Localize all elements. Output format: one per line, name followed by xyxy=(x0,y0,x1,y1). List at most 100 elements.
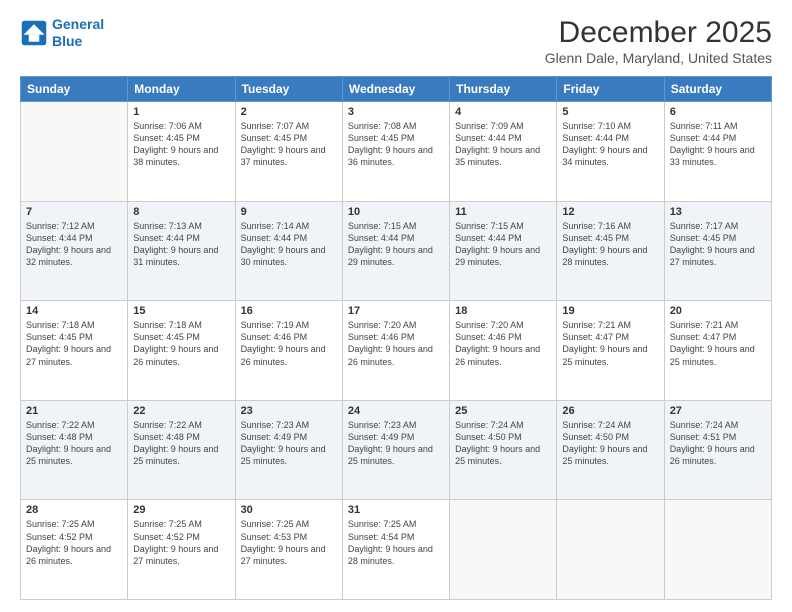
day-number: 4 xyxy=(455,106,551,118)
subtitle: Glenn Dale, Maryland, United States xyxy=(545,50,772,66)
calendar-week-row: 7 Sunrise: 7:12 AMSunset: 4:44 PMDaylight… xyxy=(21,201,772,301)
table-row: 15 Sunrise: 7:18 AMSunset: 4:45 PMDayligh… xyxy=(128,301,235,401)
logo-blue: Blue xyxy=(52,33,104,50)
table-row xyxy=(450,500,557,600)
day-info: Sunrise: 7:25 AMSunset: 4:52 PMDaylight:… xyxy=(26,518,122,567)
logo-general: General xyxy=(52,16,104,32)
day-info: Sunrise: 7:15 AMSunset: 4:44 PMDaylight:… xyxy=(455,220,551,269)
day-info: Sunrise: 7:14 AMSunset: 4:44 PMDaylight:… xyxy=(241,220,337,269)
day-info: Sunrise: 7:18 AMSunset: 4:45 PMDaylight:… xyxy=(133,319,229,368)
day-number: 28 xyxy=(26,504,122,516)
day-info: Sunrise: 7:25 AMSunset: 4:53 PMDaylight:… xyxy=(241,518,337,567)
table-row: 10Sunrise: 7:15 AMSunset: 4:44 PMDayligh… xyxy=(342,201,449,301)
day-number: 7 xyxy=(26,206,122,218)
day-info: Sunrise: 7:22 AMSunset: 4:48 PMDaylight:… xyxy=(133,419,229,468)
day-number: 17 xyxy=(348,305,444,317)
day-info: Sunrise: 7:20 AMSunset: 4:46 PMDaylight:… xyxy=(348,319,444,368)
table-row xyxy=(664,500,771,600)
calendar-week-row: 14Sunrise: 7:18 AMSunset: 4:45 PMDayligh… xyxy=(21,301,772,401)
day-number: 24 xyxy=(348,405,444,417)
day-number: 23 xyxy=(241,405,337,417)
table-row: 17 Sunrise: 7:20 AMSunset: 4:46 PMDayligh… xyxy=(342,301,449,401)
col-tuesday: Tuesday xyxy=(235,77,342,102)
day-info: Sunrise: 7:10 AMSunset: 4:44 PMDaylight:… xyxy=(562,120,658,169)
day-number: 10 xyxy=(348,206,444,218)
table-row: 20 Sunrise: 7:21 AMSunset: 4:47 PMDayligh… xyxy=(664,301,771,401)
table-row: 1 Sunrise: 7:06 AMSunset: 4:45 PMDaylight… xyxy=(128,102,235,202)
table-row: 14Sunrise: 7:18 AMSunset: 4:45 PMDayligh… xyxy=(21,301,128,401)
day-number: 12 xyxy=(562,206,658,218)
calendar-week-row: 28 Sunrise: 7:25 AMSunset: 4:52 PMDayligh… xyxy=(21,500,772,600)
table-row xyxy=(21,102,128,202)
page: General Blue December 2025 Glenn Dale, M… xyxy=(0,0,792,612)
logo-icon xyxy=(20,19,48,47)
table-row: 22 Sunrise: 7:22 AMSunset: 4:48 PMDayligh… xyxy=(128,400,235,500)
day-number: 8 xyxy=(133,206,229,218)
table-row: 5 Sunrise: 7:10 AMSunset: 4:44 PMDaylight… xyxy=(557,102,664,202)
day-info: Sunrise: 7:19 AMSunset: 4:46 PMDaylight:… xyxy=(241,319,337,368)
day-info: Sunrise: 7:20 AMSunset: 4:46 PMDaylight:… xyxy=(455,319,551,368)
day-info: Sunrise: 7:24 AMSunset: 4:51 PMDaylight:… xyxy=(670,419,766,468)
day-number: 16 xyxy=(241,305,337,317)
calendar-week-row: 21 Sunrise: 7:22 AMSunset: 4:48 PMDayligh… xyxy=(21,400,772,500)
day-number: 15 xyxy=(133,305,229,317)
day-number: 3 xyxy=(348,106,444,118)
calendar-week-row: 1 Sunrise: 7:06 AMSunset: 4:45 PMDaylight… xyxy=(21,102,772,202)
table-row: 13 Sunrise: 7:17 AMSunset: 4:45 PMDayligh… xyxy=(664,201,771,301)
day-info: Sunrise: 7:13 AMSunset: 4:44 PMDaylight:… xyxy=(133,220,229,269)
table-row: 25Sunrise: 7:24 AMSunset: 4:50 PMDayligh… xyxy=(450,400,557,500)
day-number: 22 xyxy=(133,405,229,417)
table-row: 21Sunrise: 7:22 AMSunset: 4:48 PMDayligh… xyxy=(21,400,128,500)
table-row: 26 Sunrise: 7:24 AMSunset: 4:50 PMDayligh… xyxy=(557,400,664,500)
day-number: 21 xyxy=(26,405,122,417)
day-info: Sunrise: 7:12 AMSunset: 4:44 PMDaylight:… xyxy=(26,220,122,269)
day-number: 31 xyxy=(348,504,444,516)
day-number: 20 xyxy=(670,305,766,317)
table-row: 30Sunrise: 7:25 AMSunset: 4:53 PMDayligh… xyxy=(235,500,342,600)
day-number: 2 xyxy=(241,106,337,118)
table-row: 18 Sunrise: 7:20 AMSunset: 4:46 PMDayligh… xyxy=(450,301,557,401)
table-row: 23 Sunrise: 7:23 AMSunset: 4:49 PMDayligh… xyxy=(235,400,342,500)
table-row: 9 Sunrise: 7:14 AMSunset: 4:44 PMDaylight… xyxy=(235,201,342,301)
col-monday: Monday xyxy=(128,77,235,102)
title-block: December 2025 Glenn Dale, Maryland, Unit… xyxy=(545,16,772,66)
day-info: Sunrise: 7:08 AMSunset: 4:45 PMDaylight:… xyxy=(348,120,444,169)
calendar-header-row: Sunday Monday Tuesday Wednesday Thursday… xyxy=(21,77,772,102)
day-number: 13 xyxy=(670,206,766,218)
day-number: 26 xyxy=(562,405,658,417)
day-info: Sunrise: 7:07 AMSunset: 4:45 PMDaylight:… xyxy=(241,120,337,169)
col-friday: Friday xyxy=(557,77,664,102)
col-thursday: Thursday xyxy=(450,77,557,102)
table-row: 8 Sunrise: 7:13 AMSunset: 4:44 PMDaylight… xyxy=(128,201,235,301)
day-number: 18 xyxy=(455,305,551,317)
day-number: 1 xyxy=(133,106,229,118)
day-info: Sunrise: 7:24 AMSunset: 4:50 PMDaylight:… xyxy=(562,419,658,468)
table-row: 31 Sunrise: 7:25 AMSunset: 4:54 PMDayligh… xyxy=(342,500,449,600)
day-number: 25 xyxy=(455,405,551,417)
calendar-table: Sunday Monday Tuesday Wednesday Thursday… xyxy=(20,76,772,600)
day-info: Sunrise: 7:21 AMSunset: 4:47 PMDaylight:… xyxy=(670,319,766,368)
col-saturday: Saturday xyxy=(664,77,771,102)
day-info: Sunrise: 7:16 AMSunset: 4:45 PMDaylight:… xyxy=(562,220,658,269)
table-row: 24 Sunrise: 7:23 AMSunset: 4:49 PMDayligh… xyxy=(342,400,449,500)
day-info: Sunrise: 7:17 AMSunset: 4:45 PMDaylight:… xyxy=(670,220,766,269)
day-number: 29 xyxy=(133,504,229,516)
day-info: Sunrise: 7:18 AMSunset: 4:45 PMDaylight:… xyxy=(26,319,122,368)
col-wednesday: Wednesday xyxy=(342,77,449,102)
logo: General Blue xyxy=(20,16,104,50)
day-number: 9 xyxy=(241,206,337,218)
table-row: 19Sunrise: 7:21 AMSunset: 4:47 PMDayligh… xyxy=(557,301,664,401)
table-row: 16 Sunrise: 7:19 AMSunset: 4:46 PMDayligh… xyxy=(235,301,342,401)
table-row: 6Sunrise: 7:11 AMSunset: 4:44 PMDaylight… xyxy=(664,102,771,202)
day-info: Sunrise: 7:23 AMSunset: 4:49 PMDaylight:… xyxy=(241,419,337,468)
day-number: 19 xyxy=(562,305,658,317)
table-row: 11Sunrise: 7:15 AMSunset: 4:44 PMDayligh… xyxy=(450,201,557,301)
table-row: 2 Sunrise: 7:07 AMSunset: 4:45 PMDaylight… xyxy=(235,102,342,202)
table-row: 12 Sunrise: 7:16 AMSunset: 4:45 PMDayligh… xyxy=(557,201,664,301)
main-title: December 2025 xyxy=(545,16,772,50)
day-info: Sunrise: 7:25 AMSunset: 4:54 PMDaylight:… xyxy=(348,518,444,567)
day-number: 5 xyxy=(562,106,658,118)
table-row: 7 Sunrise: 7:12 AMSunset: 4:44 PMDaylight… xyxy=(21,201,128,301)
day-info: Sunrise: 7:06 AMSunset: 4:45 PMDaylight:… xyxy=(133,120,229,169)
day-info: Sunrise: 7:23 AMSunset: 4:49 PMDaylight:… xyxy=(348,419,444,468)
